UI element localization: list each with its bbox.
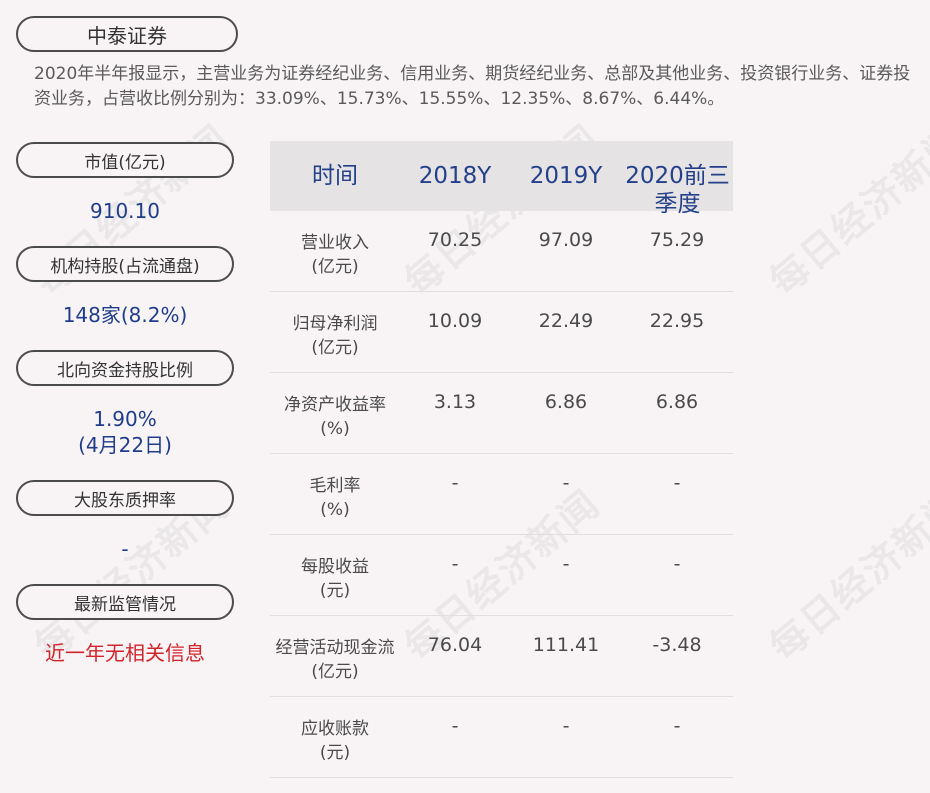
cell-2019: 97.09 (538, 229, 594, 251)
northbound-holding-date: (4月22日) (78, 433, 172, 457)
table-header: 时间 2018Y 2019Y 2020前三 季度 (270, 141, 733, 217)
cell-2018: 70.25 (427, 229, 483, 251)
cell-2018: 10.09 (427, 310, 483, 332)
cell-2020: 22.95 (649, 310, 705, 332)
row-label: 经营活动现金流 (亿元) (270, 636, 400, 684)
watermark: 每日经济新闻 (761, 116, 930, 305)
cell-2019: 6.86 (544, 391, 588, 413)
pledge-ratio-label: 大股东质押率 (16, 480, 234, 516)
row-label-line2: (%) (320, 419, 350, 439)
cell-2018: 76.04 (427, 634, 483, 656)
cell-2019: 22.49 (538, 310, 594, 332)
row-label-line1: 应收账款 (301, 719, 369, 739)
cell-2020: -3.48 (652, 634, 702, 656)
row-label-line2: (亿元) (311, 338, 359, 358)
row-label-line1: 净资产收益率 (284, 395, 386, 415)
row-label-line1: 每股收益 (301, 557, 369, 577)
cell-2020: - (673, 553, 681, 575)
row-label: 净资产收益率 (%) (270, 393, 400, 441)
supervision-label: 最新监管情况 (16, 584, 234, 620)
cell-2020: 75.29 (649, 229, 705, 251)
row-label-line1: 经营活动现金流 (275, 638, 395, 658)
cell-2018: - (451, 553, 459, 575)
header-time: 时间 (312, 163, 358, 189)
cell-2020: 6.86 (655, 391, 699, 413)
row-label-line2: (%) (320, 500, 350, 520)
row-label-line1: 归母净利润 (292, 314, 378, 334)
market-cap-label: 市值(亿元) (16, 142, 234, 178)
supervision-value: 近一年无相关信息 (45, 641, 205, 665)
institutional-holding-label: 机构持股(占流通盘) (16, 246, 234, 282)
table-row: 毛利率 (%) - - - (270, 454, 733, 535)
cell-2020: - (673, 472, 681, 494)
watermark: 每日经济新闻 (761, 481, 930, 670)
cell-2018: 3.13 (433, 391, 477, 413)
header-2020-q3: 2020前三 (625, 163, 730, 189)
header-2019: 2019Y (529, 163, 603, 189)
row-label-line2: (亿元) (311, 257, 359, 277)
market-cap-value: 910.10 (90, 199, 160, 223)
northbound-holding-value: 1.90% (93, 407, 157, 431)
cell-2018: - (451, 472, 459, 494)
cell-2019: - (562, 472, 570, 494)
row-label: 毛利率 (%) (270, 474, 400, 522)
cell-2019: 111.41 (532, 634, 600, 656)
row-label: 营业收入 (亿元) (270, 231, 400, 279)
table-row: 净资产收益率 (%) 3.13 6.86 6.86 (270, 373, 733, 454)
cell-2019: - (562, 715, 570, 737)
row-label: 每股收益 (元) (270, 555, 400, 603)
cell-2018: - (451, 715, 459, 737)
northbound-holding-label: 北向资金持股比例 (16, 350, 234, 386)
cell-2019: - (562, 553, 570, 575)
table-row: 营业收入 (亿元) 70.25 97.09 75.29 (270, 211, 733, 292)
institutional-holding-value: 148家(8.2%) (62, 303, 188, 327)
row-label: 应收账款 (元) (270, 717, 400, 765)
company-name-badge: 中泰证券 (16, 16, 238, 52)
table-row: 每股收益 (元) - - - (270, 535, 733, 616)
row-label-line1: 毛利率 (309, 476, 361, 496)
table-row: 经营活动现金流 (亿元) 76.04 111.41 -3.48 (270, 616, 733, 697)
row-label-line1: 营业收入 (301, 233, 369, 253)
table-row: 归母净利润 (亿元) 10.09 22.49 22.95 (270, 292, 733, 373)
row-label-line2: (元) (319, 581, 351, 601)
pledge-ratio-value: - (121, 537, 129, 561)
row-label-line2: (亿元) (311, 662, 359, 682)
table-row: 应收账款 (元) - - - (270, 697, 733, 778)
row-label: 归母净利润 (亿元) (270, 312, 400, 360)
header-2018: 2018Y (418, 163, 492, 189)
row-label-line2: (元) (319, 743, 351, 763)
business-summary: 2020年半年报显示，主营业务为证券经纪业务、信用业务、期货经纪业务、总部及其他… (34, 64, 911, 109)
cell-2020: - (673, 715, 681, 737)
